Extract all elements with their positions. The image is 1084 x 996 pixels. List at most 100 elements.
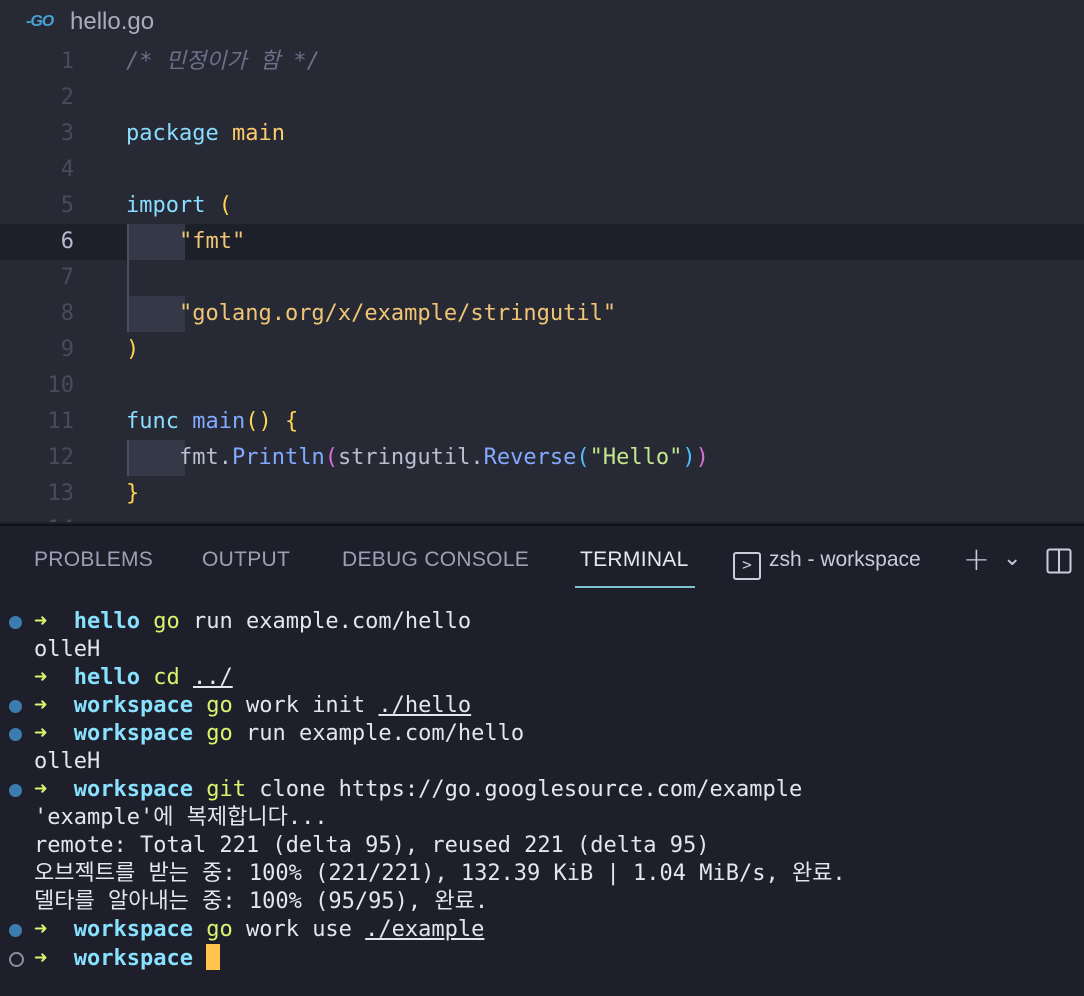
command-status-dot[interactable] — [9, 784, 22, 797]
code-line[interactable]: 8 "golang.org/x/example/stringutil" — [0, 296, 1084, 332]
command-args: work init — [232, 693, 379, 718]
prompt-directory: hello — [73, 609, 140, 634]
prompt-directory: workspace — [73, 946, 193, 971]
code-line[interactable]: 7 — [0, 260, 1084, 296]
path-link[interactable]: ./example — [365, 917, 484, 942]
code-token: main — [231, 121, 285, 146]
line-number: 14 — [0, 512, 75, 522]
terminal-line-text: 델타를 알아내는 중: 100% (95/95), 완료. — [34, 889, 489, 914]
tab-problems[interactable]: PROBLEMS — [34, 548, 153, 572]
terminal-output-line: remote: Total 221 (delta 95), reused 221… — [0, 832, 1084, 860]
code-line[interactable]: 10 — [0, 368, 1084, 404]
line-number: 10 — [47, 373, 75, 398]
tab-debug-console[interactable]: DEBUG CONSOLE — [342, 548, 529, 572]
split-panel-icon[interactable] — [1046, 548, 1072, 578]
command-name: go — [153, 609, 180, 634]
code-token: ( — [324, 445, 338, 470]
terminal-line-text: ➜ workspace go work init ./hello — [34, 692, 471, 720]
code-line[interactable]: 14 — [0, 512, 1084, 522]
code-text: package main — [126, 116, 285, 152]
command-args: clone https://go.googlesource.com/exampl… — [245, 777, 803, 802]
command-status-dot[interactable] — [9, 700, 22, 713]
active-tab-indicator — [575, 586, 695, 588]
path-link[interactable]: ./hello — [378, 693, 471, 718]
prompt-arrow-icon: ➜ — [34, 777, 74, 802]
tab-terminal[interactable]: TERMINAL — [580, 548, 689, 572]
prompt-arrow-icon: ➜ — [34, 665, 74, 690]
code-line[interactable]: 9) — [0, 332, 1084, 368]
command-status-dot[interactable] — [9, 924, 22, 937]
code-token: /* 민정이가 함 */ — [126, 49, 320, 74]
code-editor[interactable]: -GO hello.go 1 /* 민정이가 함 */ 2 3 package main… — [0, 0, 1084, 522]
chevron-down-icon[interactable]: ⌄ — [1003, 546, 1021, 571]
code-token: ( — [218, 193, 232, 218]
command-status-dot[interactable] — [9, 616, 22, 629]
line-number: 1 — [60, 49, 74, 74]
code-line[interactable]: 3 package main — [0, 116, 1084, 152]
code-token: import — [126, 193, 219, 218]
prompt-arrow-icon: ➜ — [34, 721, 74, 746]
editor-tab-filename[interactable]: hello.go — [70, 8, 154, 36]
line-number: 12 — [47, 445, 75, 470]
terminal-command-line: ➜ workspace git clone https://go.googles… — [0, 776, 1084, 804]
prompt-directory: workspace — [73, 917, 193, 942]
command-status-dot[interactable] — [9, 728, 22, 741]
terminal-line-text: ➜ hello cd ../ — [34, 664, 233, 692]
prompt-arrow-icon: ➜ — [34, 946, 74, 971]
prompt-directory: workspace — [73, 693, 193, 718]
code-line[interactable]: 13} — [0, 476, 1084, 512]
plus-icon[interactable]: + — [963, 540, 990, 578]
code-line[interactable]: 12 fmt.Println(stringutil.Reverse("Hello… — [0, 440, 1084, 476]
code-line[interactable]: 4 — [0, 152, 1084, 188]
code-token: fmt. — [126, 445, 232, 470]
terminal-line-text: 오브젝트를 받는 중: 100% (221/221), 132.39 KiB |… — [34, 861, 846, 886]
terminal-line-text: ➜ workspace git clone https://go.googles… — [34, 776, 802, 804]
line-number: 7 — [60, 265, 74, 290]
command-args: work use — [232, 917, 366, 942]
command-args: run example.com/hello — [179, 609, 472, 634]
code-line[interactable]: 11 func main() { — [0, 404, 1084, 440]
line-number: 8 — [60, 301, 74, 326]
code-text: ) — [126, 332, 139, 368]
code-line[interactable]: 2 — [0, 80, 1084, 116]
line-number: 5 — [60, 193, 74, 218]
command-args — [180, 665, 193, 690]
indent-guide — [127, 260, 185, 296]
code-token: "Hello" — [589, 445, 683, 470]
terminal-selector-label: zsh - workspace — [769, 548, 921, 571]
terminal-selector[interactable]: > zsh - workspace — [733, 548, 921, 580]
code-token: Println — [231, 445, 325, 470]
code-token: "golang.org/x/example/stringutil" — [178, 301, 617, 326]
terminal-line-text: olleH — [34, 637, 101, 662]
code-token: ( — [576, 445, 590, 470]
command-name: go — [206, 693, 233, 718]
code-token: ) — [126, 337, 140, 362]
terminal-line-text: 'example'에 복제합니다... — [34, 805, 328, 830]
code-text: } — [126, 476, 139, 512]
code-token: stringutil. — [337, 445, 484, 470]
line-number: 2 — [60, 85, 74, 110]
path-link[interactable]: ../ — [193, 665, 233, 690]
prompt-directory: workspace — [73, 777, 193, 802]
terminal-line-text: ➜ workspace go run example.com/hello — [34, 720, 524, 748]
code-token: "fmt" — [178, 229, 246, 254]
prompt-arrow-icon: ➜ — [34, 693, 74, 718]
code-line[interactable]: 1 /* 민정이가 함 */ — [0, 44, 1084, 80]
command-name: cd — [153, 665, 180, 690]
code-token: () { — [245, 409, 299, 434]
code-text: fmt.Println(stringutil.Reverse("Hello")) — [126, 440, 709, 476]
go-icon: -GO — [26, 13, 54, 30]
code-token: main — [192, 409, 246, 434]
line-number: 6 — [60, 229, 74, 254]
code-text: func main() { — [126, 404, 298, 440]
terminal-command-line: ➜ hello cd ../ — [0, 664, 1084, 692]
code-line[interactable]: 6 "fmt" — [0, 224, 1084, 260]
editor-tab[interactable]: -GO hello.go — [0, 0, 1084, 44]
code-token: func — [126, 409, 193, 434]
prompt-arrow-icon: ➜ — [34, 609, 74, 634]
command-status-dot[interactable] — [9, 952, 24, 967]
tab-output[interactable]: OUTPUT — [202, 548, 290, 572]
code-line[interactable]: 5 import ( — [0, 188, 1084, 224]
terminal-output-line: olleH — [0, 748, 1084, 776]
